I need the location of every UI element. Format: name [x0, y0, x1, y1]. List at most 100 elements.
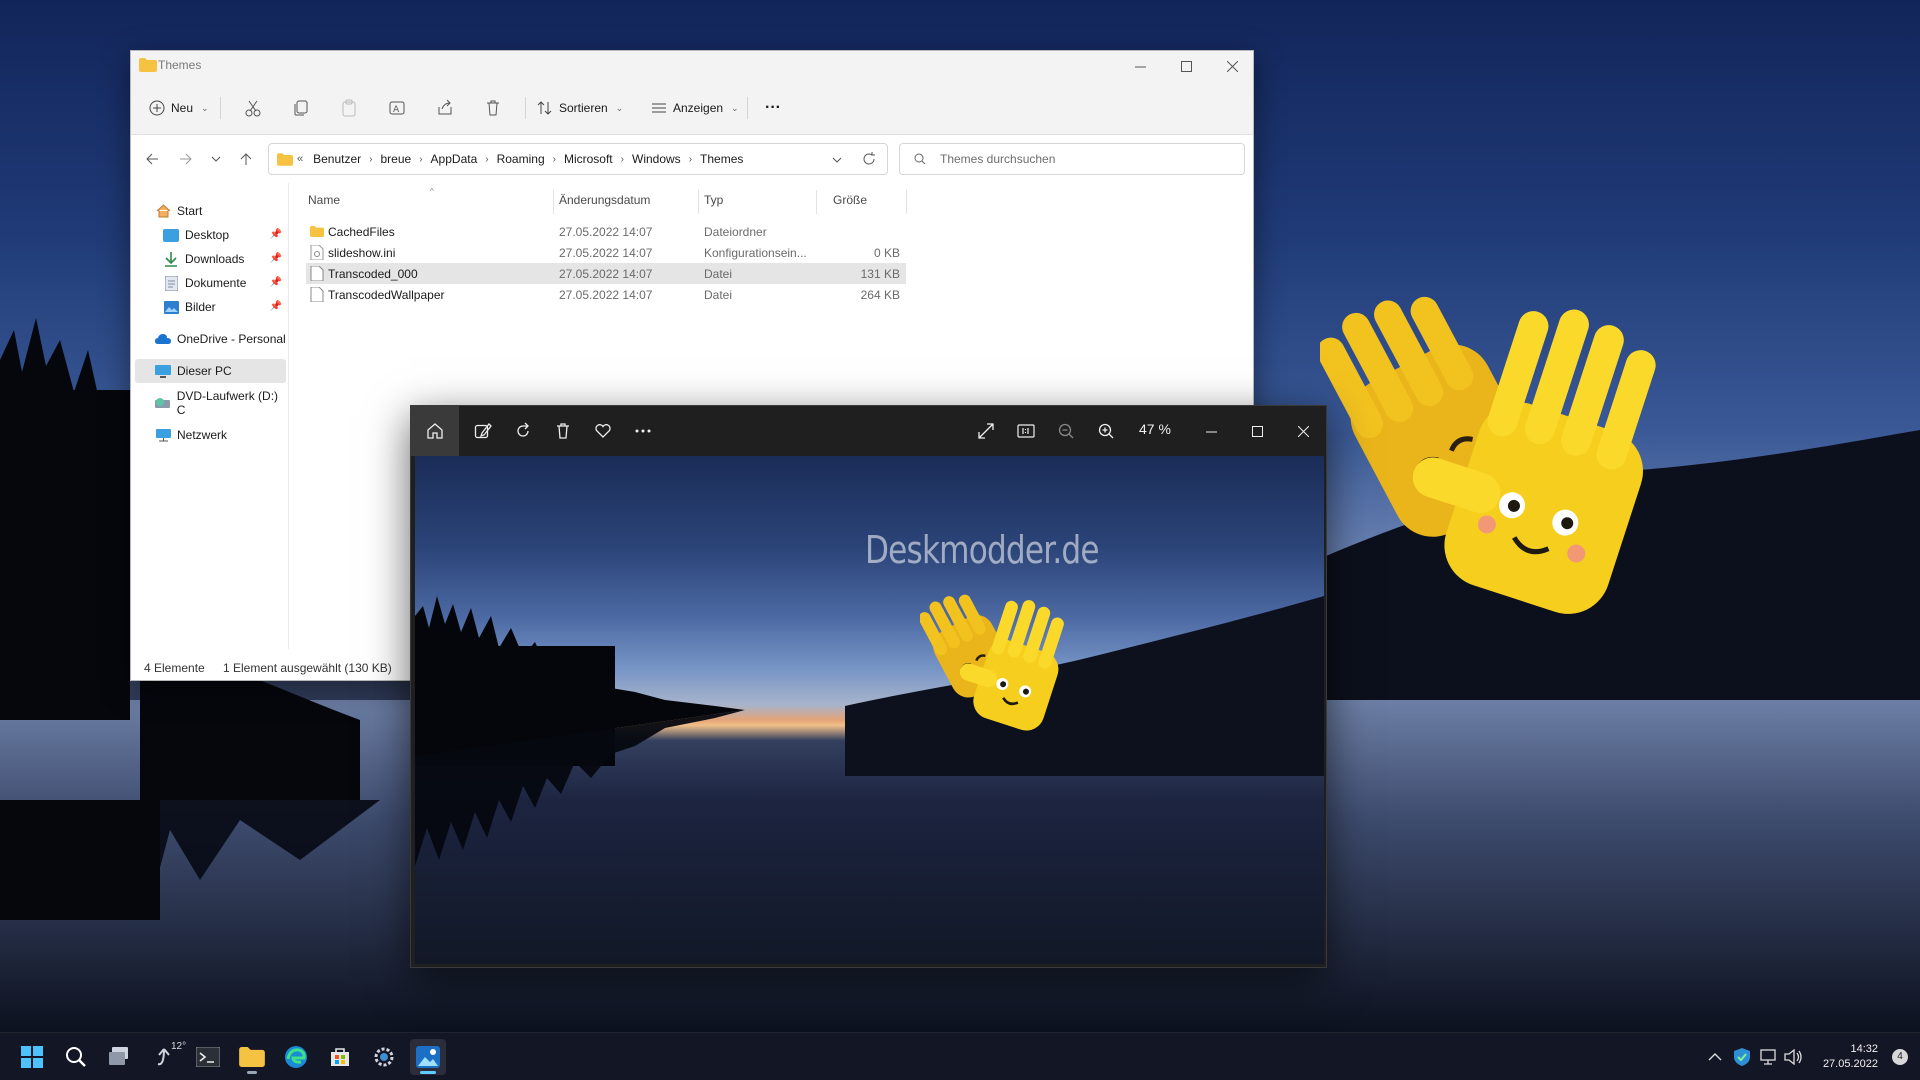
- actual-size-button[interactable]: [1006, 416, 1046, 446]
- breadcrumb-item-roaming[interactable]: Roaming: [497, 152, 545, 166]
- minimize-icon: [1205, 431, 1217, 432]
- column-divider[interactable]: [553, 190, 554, 214]
- explorer-titlebar[interactable]: Themes: [131, 51, 1253, 81]
- chevron-right-icon[interactable]: ›: [689, 154, 692, 165]
- refresh-icon[interactable]: [862, 152, 876, 166]
- up-button[interactable]: [233, 147, 259, 171]
- chevron-right-icon[interactable]: ›: [621, 154, 624, 165]
- more-options-button[interactable]: [623, 416, 663, 446]
- fullscreen-button[interactable]: [966, 416, 1006, 446]
- file-row[interactable]: Transcoded_000 27.05.2022 14:07 Datei 13…: [306, 263, 906, 284]
- home-button[interactable]: [411, 406, 459, 456]
- nav-item-start[interactable]: Start: [131, 199, 288, 223]
- column-header-type[interactable]: Typ: [704, 193, 723, 207]
- file-row[interactable]: TranscodedWallpaper 27.05.2022 14:07 Dat…: [306, 284, 906, 305]
- column-header-name[interactable]: Name: [308, 193, 340, 207]
- download-icon: [163, 251, 179, 267]
- maximize-button[interactable]: [1163, 51, 1209, 81]
- breadcrumb-item-breue[interactable]: breue: [381, 152, 412, 166]
- close-button[interactable]: [1209, 51, 1255, 81]
- favorite-button[interactable]: [583, 416, 623, 446]
- pin-icon: 📌: [269, 301, 282, 312]
- more-icon: ···: [765, 99, 781, 116]
- close-button[interactable]: [1283, 416, 1323, 446]
- nav-item-documents[interactable]: Dokumente 📌: [131, 271, 288, 295]
- file-row[interactable]: CachedFiles 27.05.2022 14:07 Dateiordner: [306, 221, 906, 242]
- address-bar[interactable]: « Benutzer › breue › AppData › Roaming ›…: [268, 143, 888, 175]
- delete-button[interactable]: [484, 94, 502, 122]
- nav-item-dvd-drive[interactable]: DVD-Laufwerk (D:) C: [131, 389, 288, 417]
- photos-toolbar[interactable]: 47 %: [411, 406, 1326, 456]
- notification-badge[interactable]: 4: [1892, 1049, 1908, 1065]
- nav-item-downloads[interactable]: Downloads 📌: [131, 247, 288, 271]
- chevron-up-icon[interactable]: [1708, 1052, 1722, 1062]
- chevron-down-icon: ⌄: [201, 102, 209, 113]
- copy-button[interactable]: [292, 94, 310, 122]
- settings-button[interactable]: [366, 1039, 402, 1075]
- breadcrumb-item-benutzer[interactable]: Benutzer: [313, 152, 361, 166]
- column-header-date[interactable]: Änderungsdatum: [559, 193, 650, 207]
- column-divider[interactable]: [698, 190, 699, 214]
- breadcrumb-item-microsoft[interactable]: Microsoft: [564, 152, 613, 166]
- edit-image-button[interactable]: [463, 416, 503, 446]
- document-icon: [163, 275, 179, 291]
- breadcrumb-item-themes[interactable]: Themes: [700, 152, 743, 166]
- minimize-button[interactable]: [1191, 416, 1231, 446]
- chevron-right-icon[interactable]: ›: [419, 154, 422, 165]
- breadcrumb-item-appdata[interactable]: AppData: [431, 152, 478, 166]
- zoom-in-button[interactable]: [1086, 416, 1126, 446]
- displayed-image[interactable]: Deskmodder.de: [415, 456, 1324, 964]
- rotate-button[interactable]: [503, 416, 543, 446]
- photos-app-button[interactable]: [410, 1039, 446, 1075]
- more-icon: [635, 429, 651, 433]
- new-button[interactable]: Neu ⌄: [149, 94, 209, 122]
- edge-browser-icon: [285, 1046, 307, 1068]
- edge-button[interactable]: [278, 1039, 314, 1075]
- search-box[interactable]: Themes durchsuchen: [899, 143, 1245, 175]
- nav-item-this-pc[interactable]: Dieser PC: [135, 359, 286, 383]
- forward-button[interactable]: [173, 147, 199, 171]
- paste-button[interactable]: [340, 94, 358, 122]
- view-label: Anzeigen: [673, 101, 724, 115]
- nav-item-desktop[interactable]: Desktop 📌: [131, 223, 288, 247]
- network-icon: [1760, 1049, 1776, 1065]
- search-button[interactable]: [58, 1039, 94, 1075]
- svg-text:A: A: [393, 105, 400, 115]
- file-explorer-button[interactable]: [234, 1039, 270, 1075]
- sort-icon: [537, 101, 552, 115]
- terminal-button[interactable]: [190, 1039, 226, 1075]
- column-header-size[interactable]: Größe: [833, 193, 867, 207]
- zoom-level[interactable]: 47 %: [1139, 421, 1171, 437]
- task-view-button[interactable]: [102, 1039, 138, 1075]
- nav-item-network[interactable]: Netzwerk: [131, 423, 288, 447]
- maximize-button[interactable]: [1237, 416, 1277, 446]
- view-button[interactable]: Anzeigen ⌄: [651, 94, 739, 122]
- breadcrumb-overflow[interactable]: «: [297, 153, 303, 165]
- sort-button[interactable]: Sortieren ⌄: [537, 94, 623, 122]
- share-button[interactable]: [436, 94, 454, 122]
- chevron-right-icon[interactable]: ›: [369, 154, 372, 165]
- defender-shield-icon[interactable]: [1734, 1048, 1750, 1066]
- zoom-out-button[interactable]: [1046, 416, 1086, 446]
- back-button[interactable]: [139, 147, 165, 171]
- column-divider[interactable]: [816, 190, 817, 214]
- nav-item-onedrive[interactable]: OneDrive - Personal: [131, 327, 288, 351]
- address-dropdown-icon[interactable]: [832, 155, 842, 165]
- store-button[interactable]: [322, 1039, 358, 1075]
- chevron-right-icon[interactable]: ›: [485, 154, 488, 165]
- clock[interactable]: 14:32 27.05.2022: [1823, 1042, 1878, 1072]
- computer-icon: [155, 363, 171, 379]
- cut-button[interactable]: [244, 94, 262, 122]
- nav-item-pictures[interactable]: Bilder 📌: [131, 295, 288, 319]
- start-button[interactable]: [14, 1039, 50, 1075]
- quick-settings[interactable]: [1760, 1033, 1832, 1080]
- recent-locations-button[interactable]: [203, 147, 229, 171]
- rename-button[interactable]: A: [388, 94, 406, 122]
- more-options-button[interactable]: ···: [765, 94, 781, 122]
- chevron-right-icon[interactable]: ›: [553, 154, 556, 165]
- minimize-button[interactable]: [1117, 51, 1163, 81]
- breadcrumb-item-windows[interactable]: Windows: [632, 152, 681, 166]
- column-divider[interactable]: [906, 190, 907, 214]
- delete-button[interactable]: [543, 416, 583, 446]
- file-row[interactable]: slideshow.ini 27.05.2022 14:07 Konfigura…: [306, 242, 906, 263]
